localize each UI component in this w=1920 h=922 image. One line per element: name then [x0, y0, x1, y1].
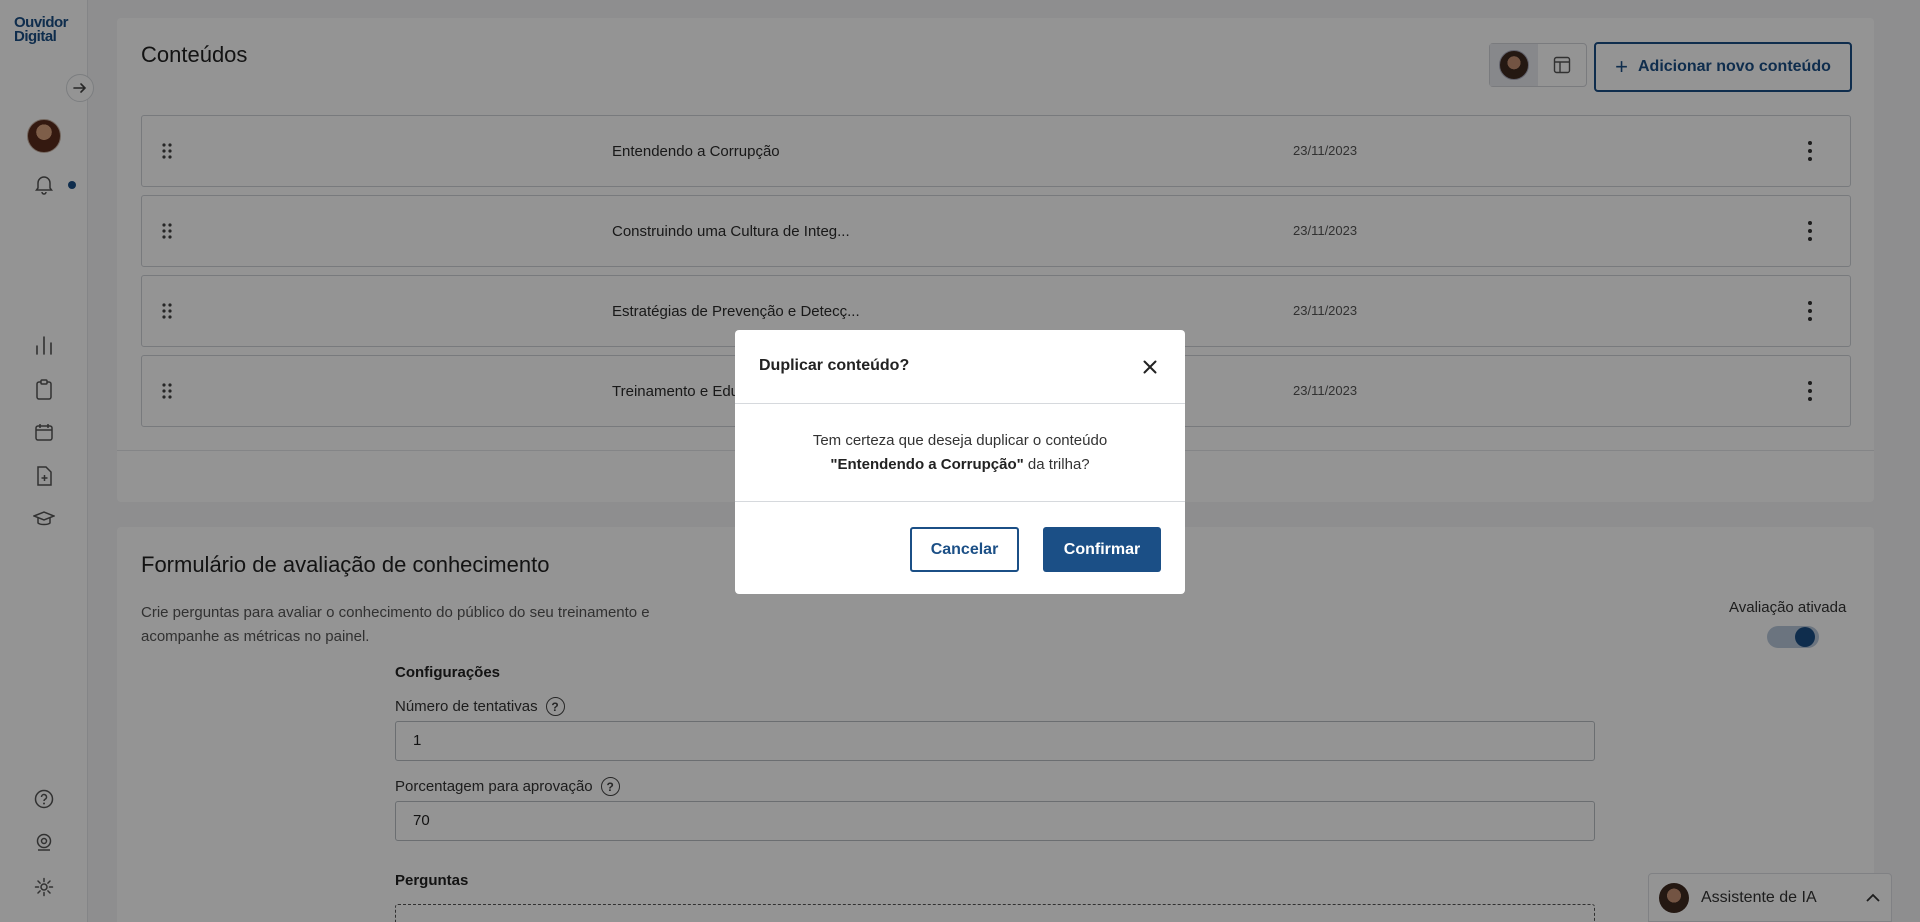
dialog-body: Tem certeza que deseja duplicar o conteú… [735, 404, 1185, 502]
duplicate-dialog: Duplicar conteúdo? Tem certeza que desej… [735, 330, 1185, 594]
close-button[interactable] [1139, 356, 1161, 378]
dialog-suffix: da trilha? [1027, 456, 1090, 473]
dialog-title: Duplicar conteúdo? [759, 357, 910, 374]
close-icon [1143, 360, 1157, 374]
cancel-button[interactable]: Cancelar [910, 527, 1019, 572]
dialog-message-line2: "Entendendo a Corrupção" da trilha? [735, 453, 1185, 477]
dialog-header: Duplicar conteúdo? [735, 330, 1185, 404]
dialog-message: Tem certeza que deseja duplicar o conteú… [812, 432, 1108, 449]
confirm-button[interactable]: Confirmar [1043, 527, 1161, 572]
content-name: "Entendendo a Corrupção" [830, 456, 1024, 473]
